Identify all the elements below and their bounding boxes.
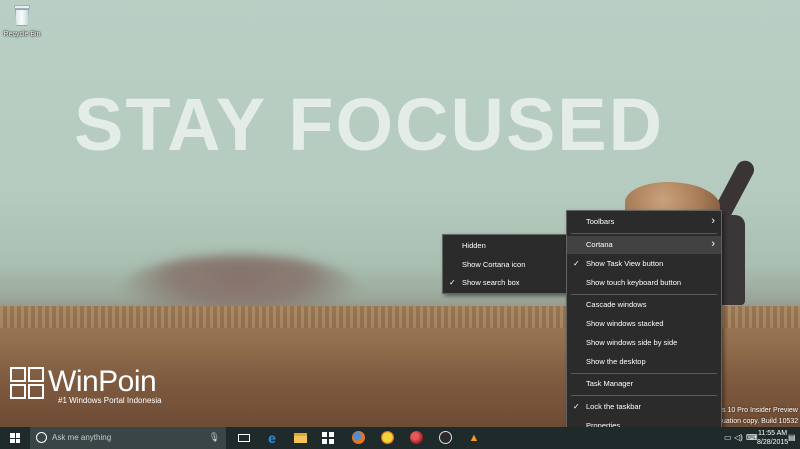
menu-item-lock-taskbar[interactable]: ✓ Lock the taskbar <box>567 398 721 416</box>
clock-date: 8/28/2015 <box>757 439 789 446</box>
menu-item-label: Hidden <box>462 241 486 250</box>
build-line-2: uation copy. Build 10532 <box>722 418 799 425</box>
app-dark-button[interactable] <box>431 427 459 449</box>
task-view-button[interactable] <box>230 427 258 449</box>
edge-icon: e <box>268 430 276 446</box>
chevron-right-icon: › <box>711 215 715 227</box>
start-button[interactable] <box>0 427 30 449</box>
menu-separator <box>571 373 717 374</box>
menu-item-label: Show Task View button <box>586 259 664 268</box>
edge-button[interactable]: e <box>258 427 286 449</box>
network-icon[interactable]: ▭ <box>724 427 732 449</box>
menu-item-task-manager[interactable]: Task Manager <box>567 375 721 393</box>
menu-item-show-search-box[interactable]: ✓ Show search box <box>443 274 567 292</box>
menu-item-stacked[interactable]: Show windows stacked <box>567 315 721 333</box>
menu-item-label: Show touch keyboard button <box>586 278 682 287</box>
chevron-right-icon: › <box>711 238 715 250</box>
menu-item-label: Cascade windows <box>586 300 647 309</box>
action-center-icon[interactable]: ▤ <box>788 427 796 449</box>
file-explorer-button[interactable] <box>286 427 314 449</box>
menu-item-show-task-view[interactable]: ✓ Show Task View button <box>567 255 721 273</box>
menu-item-cortana[interactable]: Cortana › <box>567 236 721 254</box>
menu-item-show-touch-keyboard[interactable]: Show touch keyboard button <box>567 274 721 292</box>
search-placeholder: Ask me anything <box>52 433 112 442</box>
watermark-tagline: #1 Windows Portal Indonesia <box>58 396 162 405</box>
wallpaper-slogan: STAY FOCUSED <box>74 83 665 166</box>
menu-item-label: Show Cortana icon <box>462 260 526 269</box>
task-view-icon <box>238 434 250 442</box>
vlc-button[interactable]: ▲ <box>460 427 488 449</box>
app-dark-icon <box>438 431 452 444</box>
menu-item-label: Show search box <box>462 278 520 287</box>
build-line-1: s 10 Pro Insider Preview <box>722 407 798 414</box>
cortana-search-box[interactable]: Ask me anything 🎙 <box>30 427 226 449</box>
recycle-bin-icon <box>12 3 32 27</box>
menu-item-show-desktop[interactable]: Show the desktop <box>567 353 721 371</box>
menu-separator <box>571 233 717 234</box>
keyboard-icon[interactable]: ⌨ <box>746 427 758 449</box>
cortana-icon <box>36 432 47 443</box>
app-red-icon <box>409 431 423 444</box>
app-red-button[interactable] <box>402 427 430 449</box>
menu-item-cascade[interactable]: Cascade windows <box>567 296 721 314</box>
taskbar-context-menu: Toolbars › Cortana › ✓ Show Task View bu… <box>566 210 722 438</box>
clock-time: 11:55 AM <box>758 430 788 437</box>
menu-item-toolbars[interactable]: Toolbars › <box>567 213 721 231</box>
winpoin-logo-icon <box>10 367 46 401</box>
menu-item-label: Cortana <box>586 240 613 249</box>
desktop-icon-label: Recycle Bin <box>3 31 41 38</box>
checkmark-icon: ✓ <box>449 278 456 287</box>
vlc-icon: ▲ <box>468 432 480 444</box>
menu-item-show-cortana-icon[interactable]: Show Cortana icon <box>443 256 567 274</box>
firefox-button[interactable] <box>344 427 372 449</box>
paint-button[interactable] <box>373 427 401 449</box>
menu-item-hidden[interactable]: Hidden <box>443 237 567 255</box>
store-icon <box>322 432 334 444</box>
file-explorer-icon <box>293 433 307 443</box>
cortana-submenu: Hidden Show Cortana icon ✓ Show search b… <box>442 234 568 294</box>
desktop-icon-recycle-bin[interactable]: Recycle Bin <box>2 3 42 38</box>
store-button[interactable] <box>314 427 342 449</box>
menu-item-label: Lock the taskbar <box>586 402 642 411</box>
watermark: WinPoin #1 Windows Portal Indonesia <box>10 365 180 410</box>
firefox-icon <box>351 431 365 444</box>
watermark-name: WinPoin <box>48 365 157 398</box>
taskbar[interactable]: Ask me anything 🎙 e ▲ ▭ ◁) ⌨ 11:55 AM 8/… <box>0 427 800 449</box>
microphone-icon[interactable]: 🎙 <box>209 432 220 443</box>
menu-item-label: Show windows side by side <box>586 338 678 347</box>
checkmark-icon: ✓ <box>573 402 580 411</box>
menu-item-label: Task Manager <box>586 379 634 388</box>
menu-item-side-by-side[interactable]: Show windows side by side <box>567 334 721 352</box>
volume-icon[interactable]: ◁) <box>734 427 743 449</box>
menu-item-label: Show windows stacked <box>586 319 664 328</box>
menu-item-label: Show the desktop <box>586 357 646 366</box>
clock[interactable]: 11:55 AM 8/28/2015 <box>757 429 788 447</box>
windows-logo-icon <box>10 433 20 443</box>
menu-separator <box>571 294 717 295</box>
menu-item-label: Toolbars <box>586 217 615 226</box>
checkmark-icon: ✓ <box>573 259 580 268</box>
paint-icon <box>380 431 394 444</box>
build-watermark: s 10 Pro Insider Preview uation copy. Bu… <box>722 405 798 427</box>
menu-separator <box>571 395 717 396</box>
